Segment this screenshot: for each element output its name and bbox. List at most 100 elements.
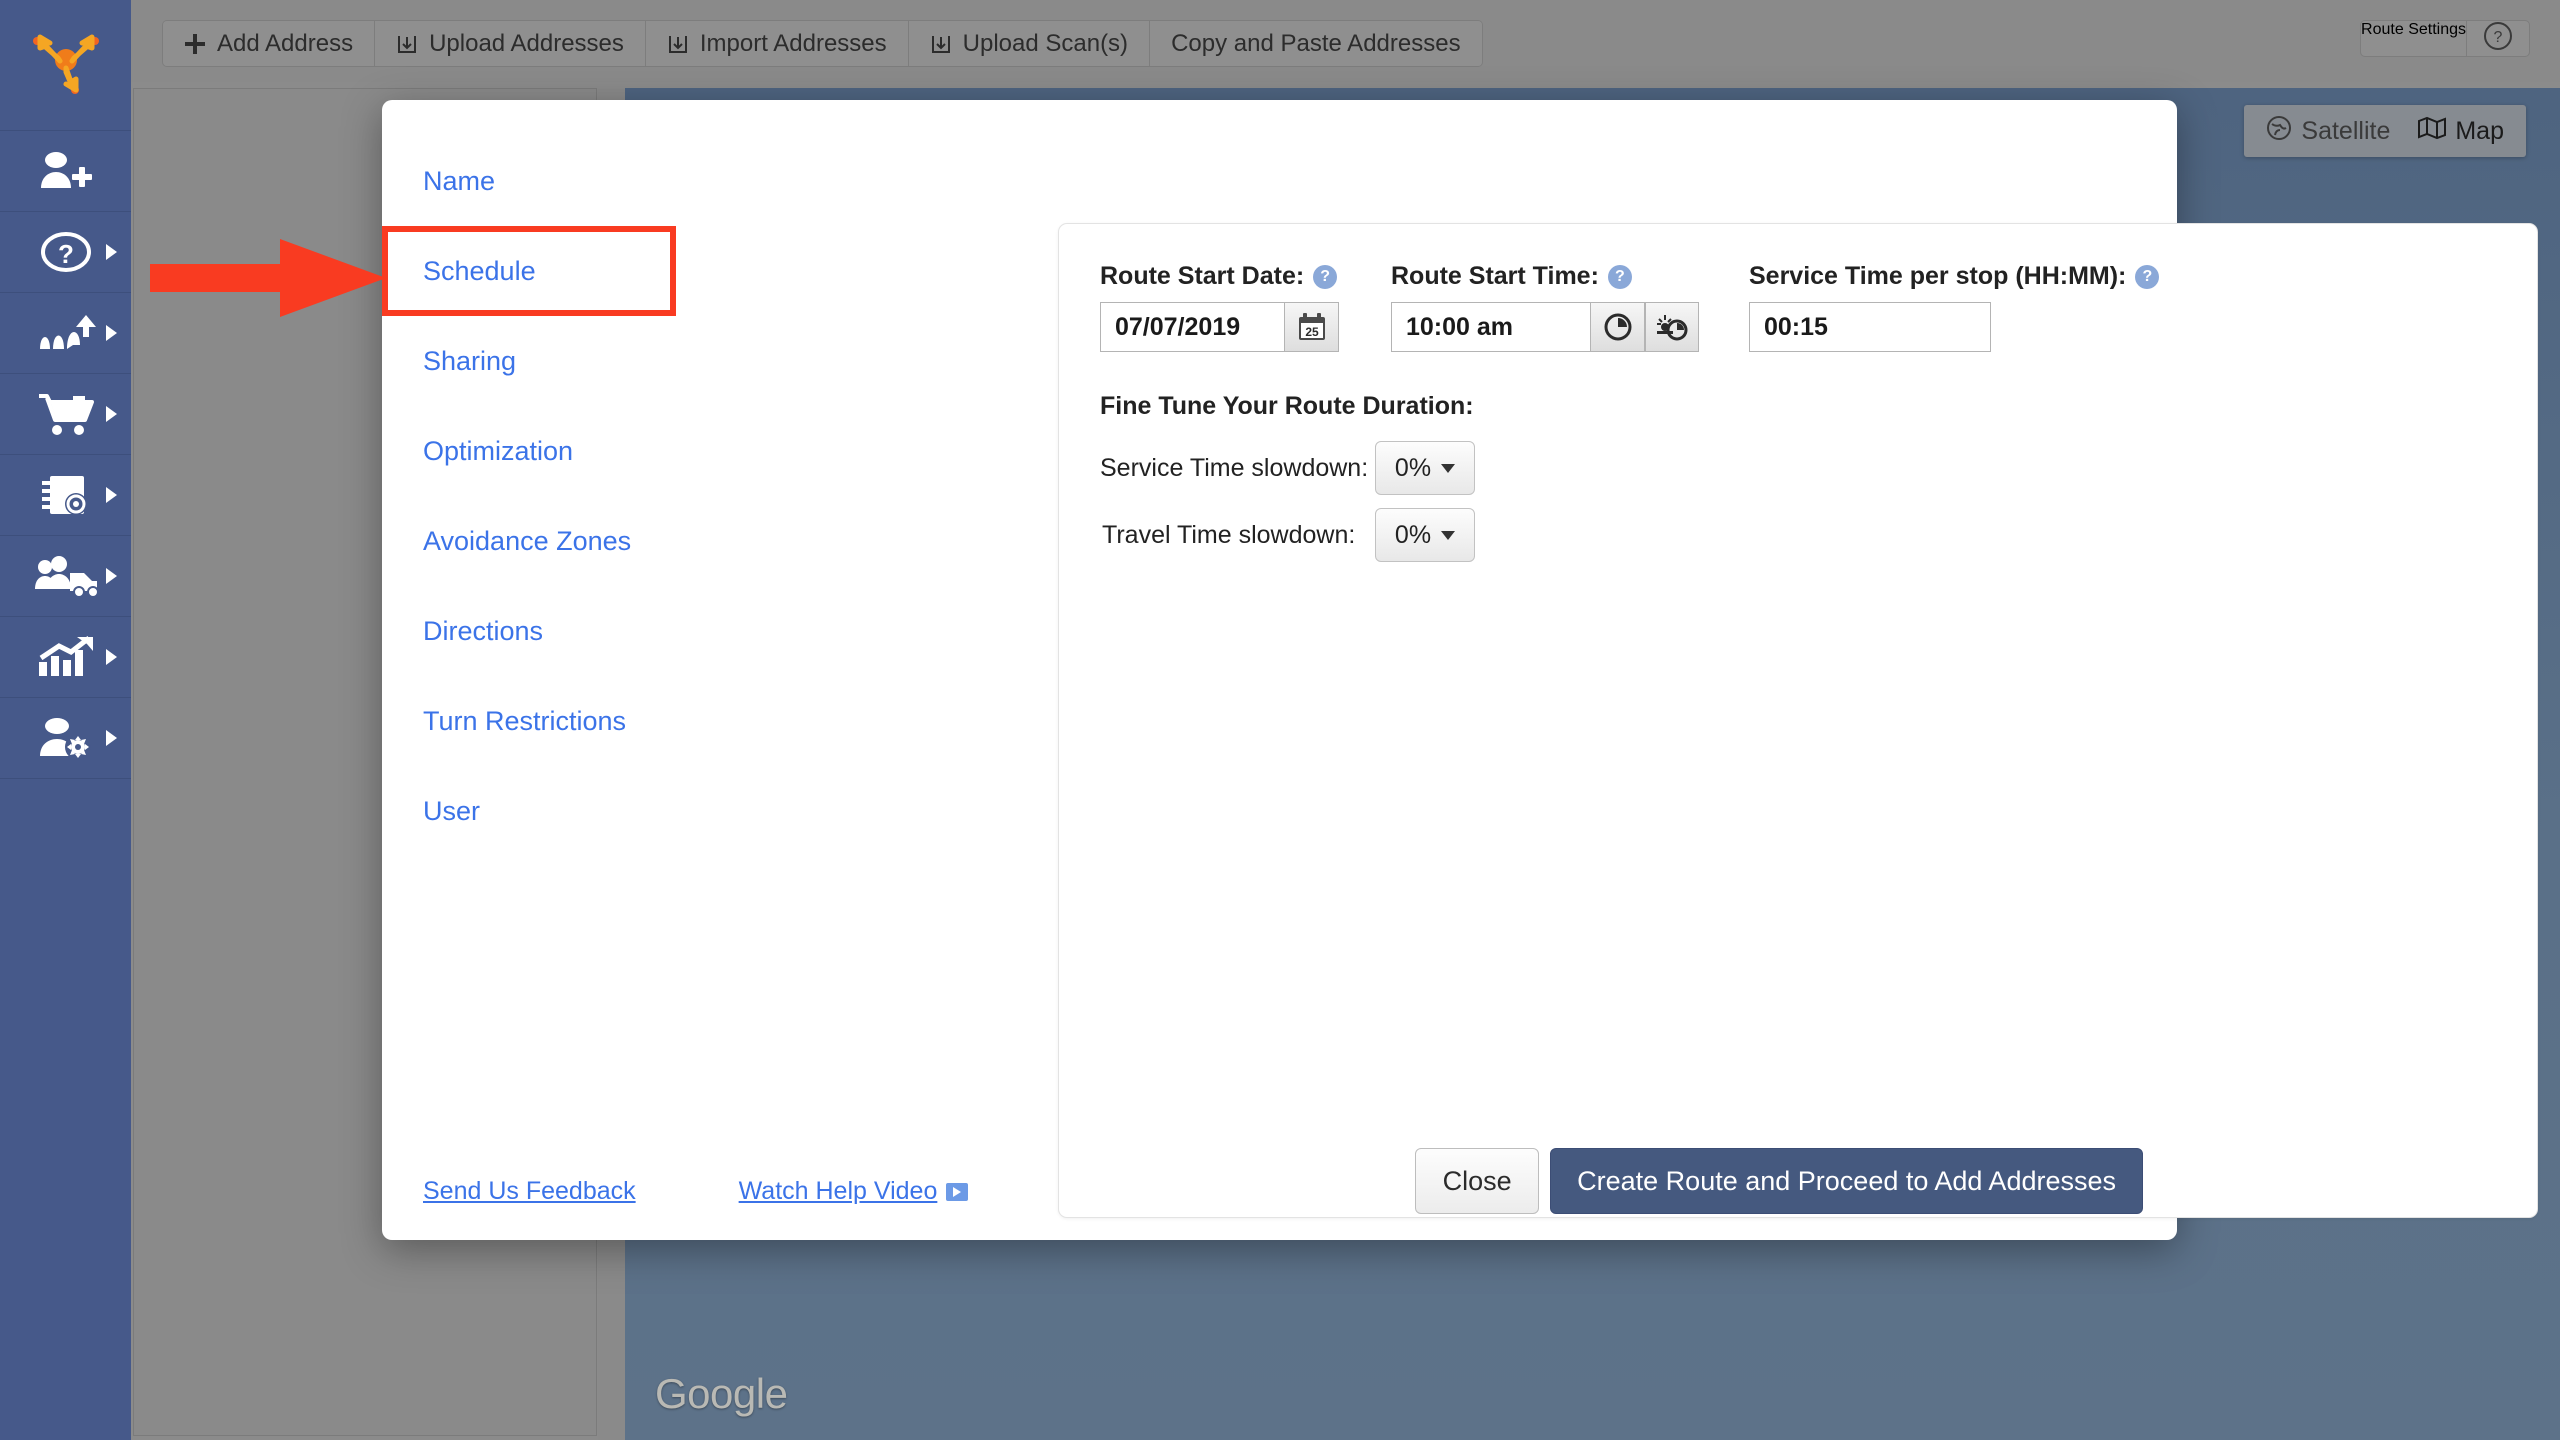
modal-footer-links: Send Us Feedback Watch Help Video <box>423 1177 969 1206</box>
add-address-label: Add Address <box>217 29 354 57</box>
sidebar-item-add-user[interactable] <box>0 131 131 212</box>
service-time-input[interactable]: 00:15 <box>1749 302 1991 352</box>
user-settings-icon <box>28 710 104 766</box>
modal-nav-schedule-label: Schedule <box>423 255 536 286</box>
route-start-date-label-row: Route Start Date: ? <box>1100 262 1391 291</box>
modal-nav-directions[interactable]: Directions <box>382 586 676 676</box>
route-start-date-field: Route Start Date: ? 07/07/2019 25 <box>1100 262 1391 352</box>
chevron-right-icon <box>106 649 117 665</box>
fine-tune-section: Fine Tune Your Route Duration: Service T… <box>1059 352 2537 562</box>
toolbar-help-button[interactable]: ? <box>2467 21 2529 56</box>
service-time-slowdown-label: Service Time slowdown: <box>1100 453 1369 482</box>
sidebar-item-address-book[interactable] <box>0 455 131 536</box>
upload-icon <box>667 33 689 55</box>
upload-icon <box>930 33 952 55</box>
question-help-icon[interactable]: ? <box>1607 264 1632 289</box>
modal-footer: Send Us Feedback Watch Help Video Close … <box>382 1120 2177 1240</box>
route-start-time-input[interactable]: 10:00 am <box>1391 302 1591 352</box>
service-time-slowdown-select[interactable]: 0% <box>1375 441 1475 495</box>
chevron-right-icon <box>106 730 117 746</box>
upload-scans-button[interactable]: Upload Scan(s) <box>908 21 1151 66</box>
sidebar-item-analytics[interactable] <box>0 617 131 698</box>
service-time-label: Service Time per stop (HH:MM): <box>1749 262 2127 290</box>
sunrise-time-picker-button[interactable] <box>1645 302 1699 352</box>
route4me-arrows-logo-icon <box>32 34 99 94</box>
fine-tune-title: Fine Tune Your Route Duration: <box>1100 392 1474 420</box>
map-type-map-label: Map <box>2455 116 2504 145</box>
route-settings-label: Route Settings <box>2361 21 2466 38</box>
watch-help-video-label: Watch Help Video <box>738 1177 938 1205</box>
import-addresses-label: Import Addresses <box>699 29 887 57</box>
chevron-right-icon <box>106 568 117 584</box>
question-circle-icon: ? <box>28 224 104 280</box>
sidebar-item-team-vehicles[interactable] <box>0 536 131 617</box>
route-start-time-field: Route Start Time: ? 10:00 am <box>1391 262 1749 352</box>
svg-text:?: ? <box>58 239 74 269</box>
upload-addresses-button[interactable]: Upload Addresses <box>375 21 646 66</box>
route-start-time-input-wrap: 10:00 am <box>1391 302 1749 352</box>
modal-nav-user-label: User <box>423 795 481 826</box>
chevron-down-icon <box>1441 530 1456 540</box>
add-address-button[interactable]: Add Address <box>163 21 376 66</box>
close-button[interactable]: Close <box>1415 1148 1540 1214</box>
app-root: ? Satellite Map Google Add Address Uploa… <box>0 0 2560 1440</box>
plus-icon <box>184 33 206 55</box>
service-time-per-stop-field: Service Time per stop (HH:MM): ? 00:15 <box>1749 262 2160 352</box>
modal-nav-name[interactable]: Name <box>382 136 676 226</box>
send-us-feedback-label: Send Us Feedback <box>423 1177 636 1205</box>
svg-text:?: ? <box>2494 29 2503 46</box>
copy-paste-addresses-button[interactable]: Copy and Paste Addresses <box>1150 21 1482 66</box>
address-actions-group: Add Address Upload Addresses Import Addr… <box>162 20 1483 67</box>
calendar-icon: 25 <box>1298 313 1325 340</box>
import-addresses-button[interactable]: Import Addresses <box>645 21 909 66</box>
route-start-date-label: Route Start Date: <box>1100 262 1305 290</box>
modal-nav-turn-restrictions-label: Turn Restrictions <box>423 705 627 736</box>
create-route-button[interactable]: Create Route and Proceed to Add Addresse… <box>1550 1148 2143 1214</box>
modal-nav-name-label: Name <box>423 165 496 196</box>
sidebar-item-routes[interactable] <box>0 293 131 374</box>
question-help-icon[interactable]: ? <box>2135 264 2160 289</box>
modal-nav-optimization[interactable]: Optimization <box>382 406 676 496</box>
routes-icon <box>28 305 104 361</box>
shopping-cart-icon <box>28 386 104 442</box>
modal-nav-sharing[interactable]: Sharing <box>382 316 676 406</box>
calendar-picker-button[interactable]: 25 <box>1285 302 1339 352</box>
modal-nav-sharing-label: Sharing <box>423 345 517 376</box>
app-logo[interactable] <box>0 0 131 131</box>
watch-help-video-link[interactable]: Watch Help Video <box>739 1177 969 1206</box>
team-vehicle-icon <box>28 548 104 604</box>
route-start-time-label: Route Start Time: <box>1391 262 1599 290</box>
map-type-map[interactable]: Map <box>2404 116 2518 147</box>
map-type-control[interactable]: Satellite Map <box>2244 105 2526 157</box>
globe-icon <box>2266 115 2292 148</box>
service-time-label-row: Service Time per stop (HH:MM): ? <box>1749 262 2160 291</box>
time-picker-button[interactable] <box>1591 302 1645 352</box>
modal-nav-avoidance-zones-label: Avoidance Zones <box>423 525 632 556</box>
send-us-feedback-link[interactable]: Send Us Feedback <box>423 1177 636 1206</box>
modal-nav-schedule[interactable]: Schedule <box>382 226 676 316</box>
left-icon-rail: ? <box>0 0 131 1440</box>
sidebar-item-help[interactable]: ? <box>0 212 131 293</box>
travel-time-slowdown-value: 0% <box>1394 520 1432 549</box>
top-toolbar: Add Address Upload Addresses Import Addr… <box>131 0 2560 82</box>
chevron-right-icon <box>106 244 117 260</box>
route-start-date-input[interactable]: 07/07/2019 <box>1100 302 1285 352</box>
map-type-satellite[interactable]: Satellite <box>2252 115 2404 148</box>
clock-icon <box>1604 313 1631 341</box>
question-help-icon[interactable]: ? <box>1313 264 1338 289</box>
sunrise-clock-icon <box>1657 315 1688 341</box>
route-settings-button[interactable]: Route Settings <box>2361 21 2467 56</box>
travel-time-slowdown-select[interactable]: 0% <box>1375 508 1475 562</box>
sidebar-item-orders[interactable] <box>0 374 131 455</box>
modal-nav-avoidance-zones[interactable]: Avoidance Zones <box>382 496 676 586</box>
route-start-time-label-row: Route Start Time: ? <box>1391 262 1749 291</box>
play-icon <box>946 1182 969 1201</box>
svg-text:25: 25 <box>1305 325 1319 339</box>
chevron-right-icon <box>106 406 117 422</box>
sidebar-item-user-settings[interactable] <box>0 698 131 779</box>
chevron-right-icon <box>106 487 117 503</box>
modal-nav-turn-restrictions[interactable]: Turn Restrictions <box>382 676 676 766</box>
modal-nav-user[interactable]: User <box>382 766 676 856</box>
route-settings-modal: Name Schedule Sharing Optimization Avoid… <box>382 100 2538 1240</box>
map-type-satellite-label: Satellite <box>2301 116 2391 145</box>
